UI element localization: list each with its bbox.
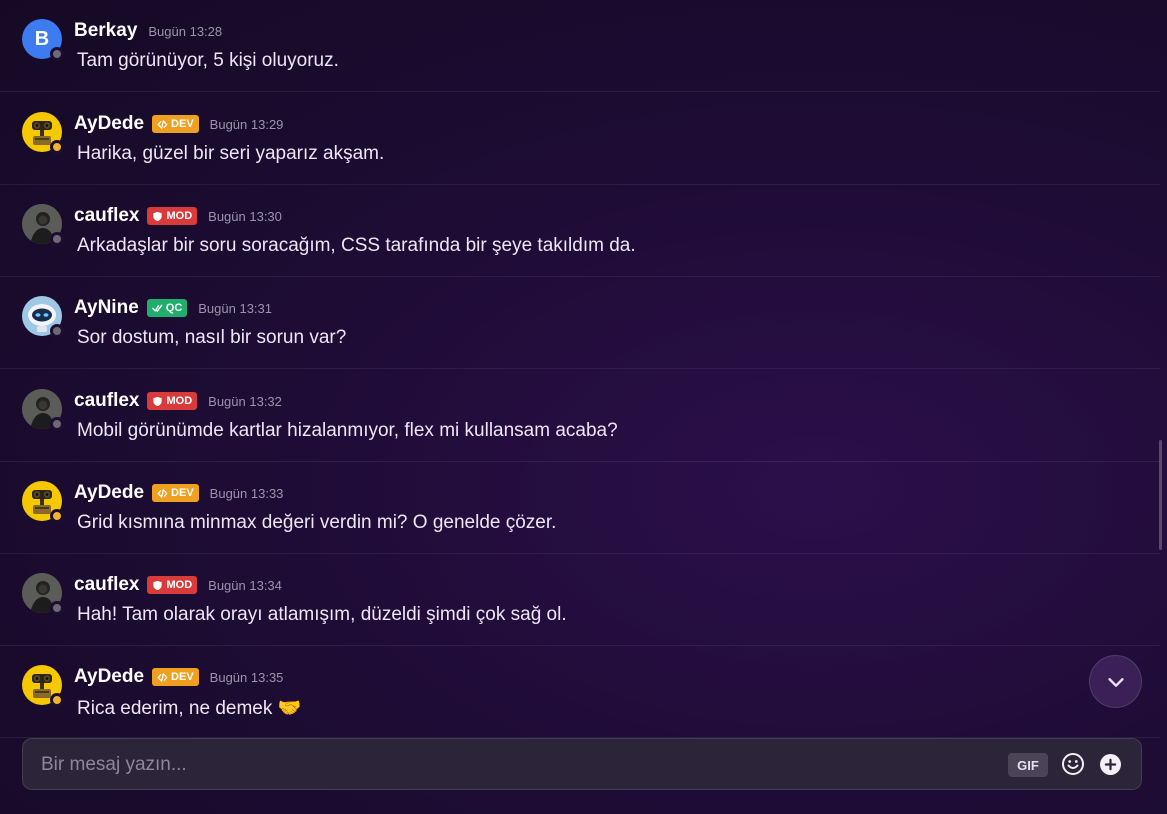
message-text: Mobil görünümde kartlar hizalanmıyor, fl… [77,420,618,441]
message-item: cauflex MOD Bugün 13:30 Arkadaşlar bir soru… [0,185,1160,277]
avatar[interactable] [22,296,64,338]
message-text: Tam görünüyor, 5 kişi oluyoruz. [77,50,339,71]
role-badge-mod: MOD [147,576,198,594]
username[interactable]: cauflex [74,390,139,412]
message-input[interactable] [41,751,961,779]
timestamp: Bugün 13:32 [208,393,282,409]
avatar[interactable] [22,112,64,154]
gif-button[interactable]: GIF [1008,753,1048,777]
message-header: AyNine QC Bugün 13:31 [74,296,272,320]
timestamp: Bugün 13:29 [209,116,284,132]
message-item: cauflex MOD Bugün 13:34 Hah! Tam olarak ora… [0,554,1160,646]
badge-label: QC [165,302,183,314]
message-text: Arkadaşlar bir soru soracağım, CSS taraf… [77,235,636,256]
timestamp: Bugün 13:35 [209,669,284,685]
status-indicator [50,601,64,615]
status-indicator [50,232,64,246]
role-badge-mod: MOD [147,392,198,410]
message-item: AyNine QC Bugün 13:31 Sor dostum, nasıl bir… [0,277,1160,369]
message-text: Hah! Tam olarak orayı atlamışım, düzeldi… [77,604,567,625]
badge-label: DEV [171,671,194,683]
message-composer: GIF [22,738,1142,790]
message-header: cauflex MOD Bugün 13:34 [74,573,282,597]
smiley-icon [1062,753,1084,775]
message-header: cauflex MOD Bugün 13:30 [74,204,282,228]
role-badge-dev: DEV [152,484,199,502]
message-text: Rica ederim, ne demek 🤝 [77,698,302,719]
message-text: Sor dostum, nasıl bir sorun var? [77,327,347,348]
status-indicator [50,324,64,338]
badge-label: MOD [166,210,193,222]
timestamp: Bugün 13:34 [208,577,282,593]
avatar[interactable] [22,204,64,246]
username[interactable]: cauflex [74,574,139,596]
message-header: AyDede DEV Bugün 13:35 [74,665,283,689]
message-header: AyDede DEV Bugün 13:33 [74,481,283,505]
scroll-to-bottom-button[interactable] [1089,655,1142,708]
avatar[interactable] [22,665,64,707]
username[interactable]: AyDede [74,666,144,688]
timestamp: Bugün 13:30 [208,208,282,224]
avatar[interactable] [22,389,64,431]
message-item: cauflex MOD Bugün 13:32 Mobil görünümde kar… [0,370,1160,462]
timestamp: Bugün 13:28 [148,23,223,39]
shield-icon [153,211,163,221]
username[interactable]: AyDede [74,482,144,504]
username[interactable]: AyNine [74,297,139,319]
status-indicator [50,47,64,61]
add-attachment-button[interactable] [1100,754,1121,775]
code-icon [157,119,168,129]
badge-label: MOD [166,395,193,407]
message-header: AyDede DEV Bugün 13:29 [74,112,283,136]
avatar[interactable]: B [22,19,64,61]
message-header: Berkay Bugün 13:28 [74,19,222,43]
message-item: B Berkay Bugün 13:28 Tam görünüyor, 5 kişi … [0,0,1160,92]
status-indicator [50,693,64,707]
badge-label: DEV [171,487,194,499]
code-icon [157,488,168,498]
role-badge-qc: QC [146,299,188,317]
code-icon [157,672,168,682]
role-badge-mod: MOD [147,207,198,225]
status-indicator [50,509,64,523]
status-indicator [50,417,64,431]
emoji-button[interactable] [1061,752,1085,776]
shield-icon [153,580,163,590]
chevron-down-icon [1107,677,1124,687]
username[interactable]: Berkay [74,20,137,42]
avatar[interactable] [22,573,64,615]
username[interactable]: cauflex [74,205,139,227]
check-double-icon [151,304,163,312]
message-text: Grid kısmına minmax değeri verdin mi? O … [77,512,557,533]
badge-label: DEV [171,118,194,130]
role-badge-dev: DEV [152,115,199,133]
username[interactable]: AyDede [74,113,144,135]
message-item: AyDede DEV Bugün 13:29 Harika, güzel bir se… [0,93,1160,185]
message-header: cauflex MOD Bugün 13:32 [74,389,282,413]
message-item: AyDede DEV Bugün 13:35 Rica ederim, ne deme… [0,646,1160,738]
role-badge-dev: DEV [152,668,199,686]
message-text: Harika, güzel bir seri yaparız akşam. [77,143,385,164]
status-indicator [50,140,64,154]
badge-label: MOD [166,579,193,591]
scrollbar[interactable] [1159,440,1162,550]
message-item: AyDede DEV Bugün 13:33 Grid kısmına minmax … [0,462,1160,554]
timestamp: Bugün 13:31 [198,300,272,316]
avatar[interactable] [22,481,64,523]
shield-icon [153,396,163,406]
plus-icon [1104,758,1117,771]
timestamp: Bugün 13:33 [209,485,284,501]
message-list: B Berkay Bugün 13:28 Tam görünüyor, 5 kişi … [0,0,1160,738]
